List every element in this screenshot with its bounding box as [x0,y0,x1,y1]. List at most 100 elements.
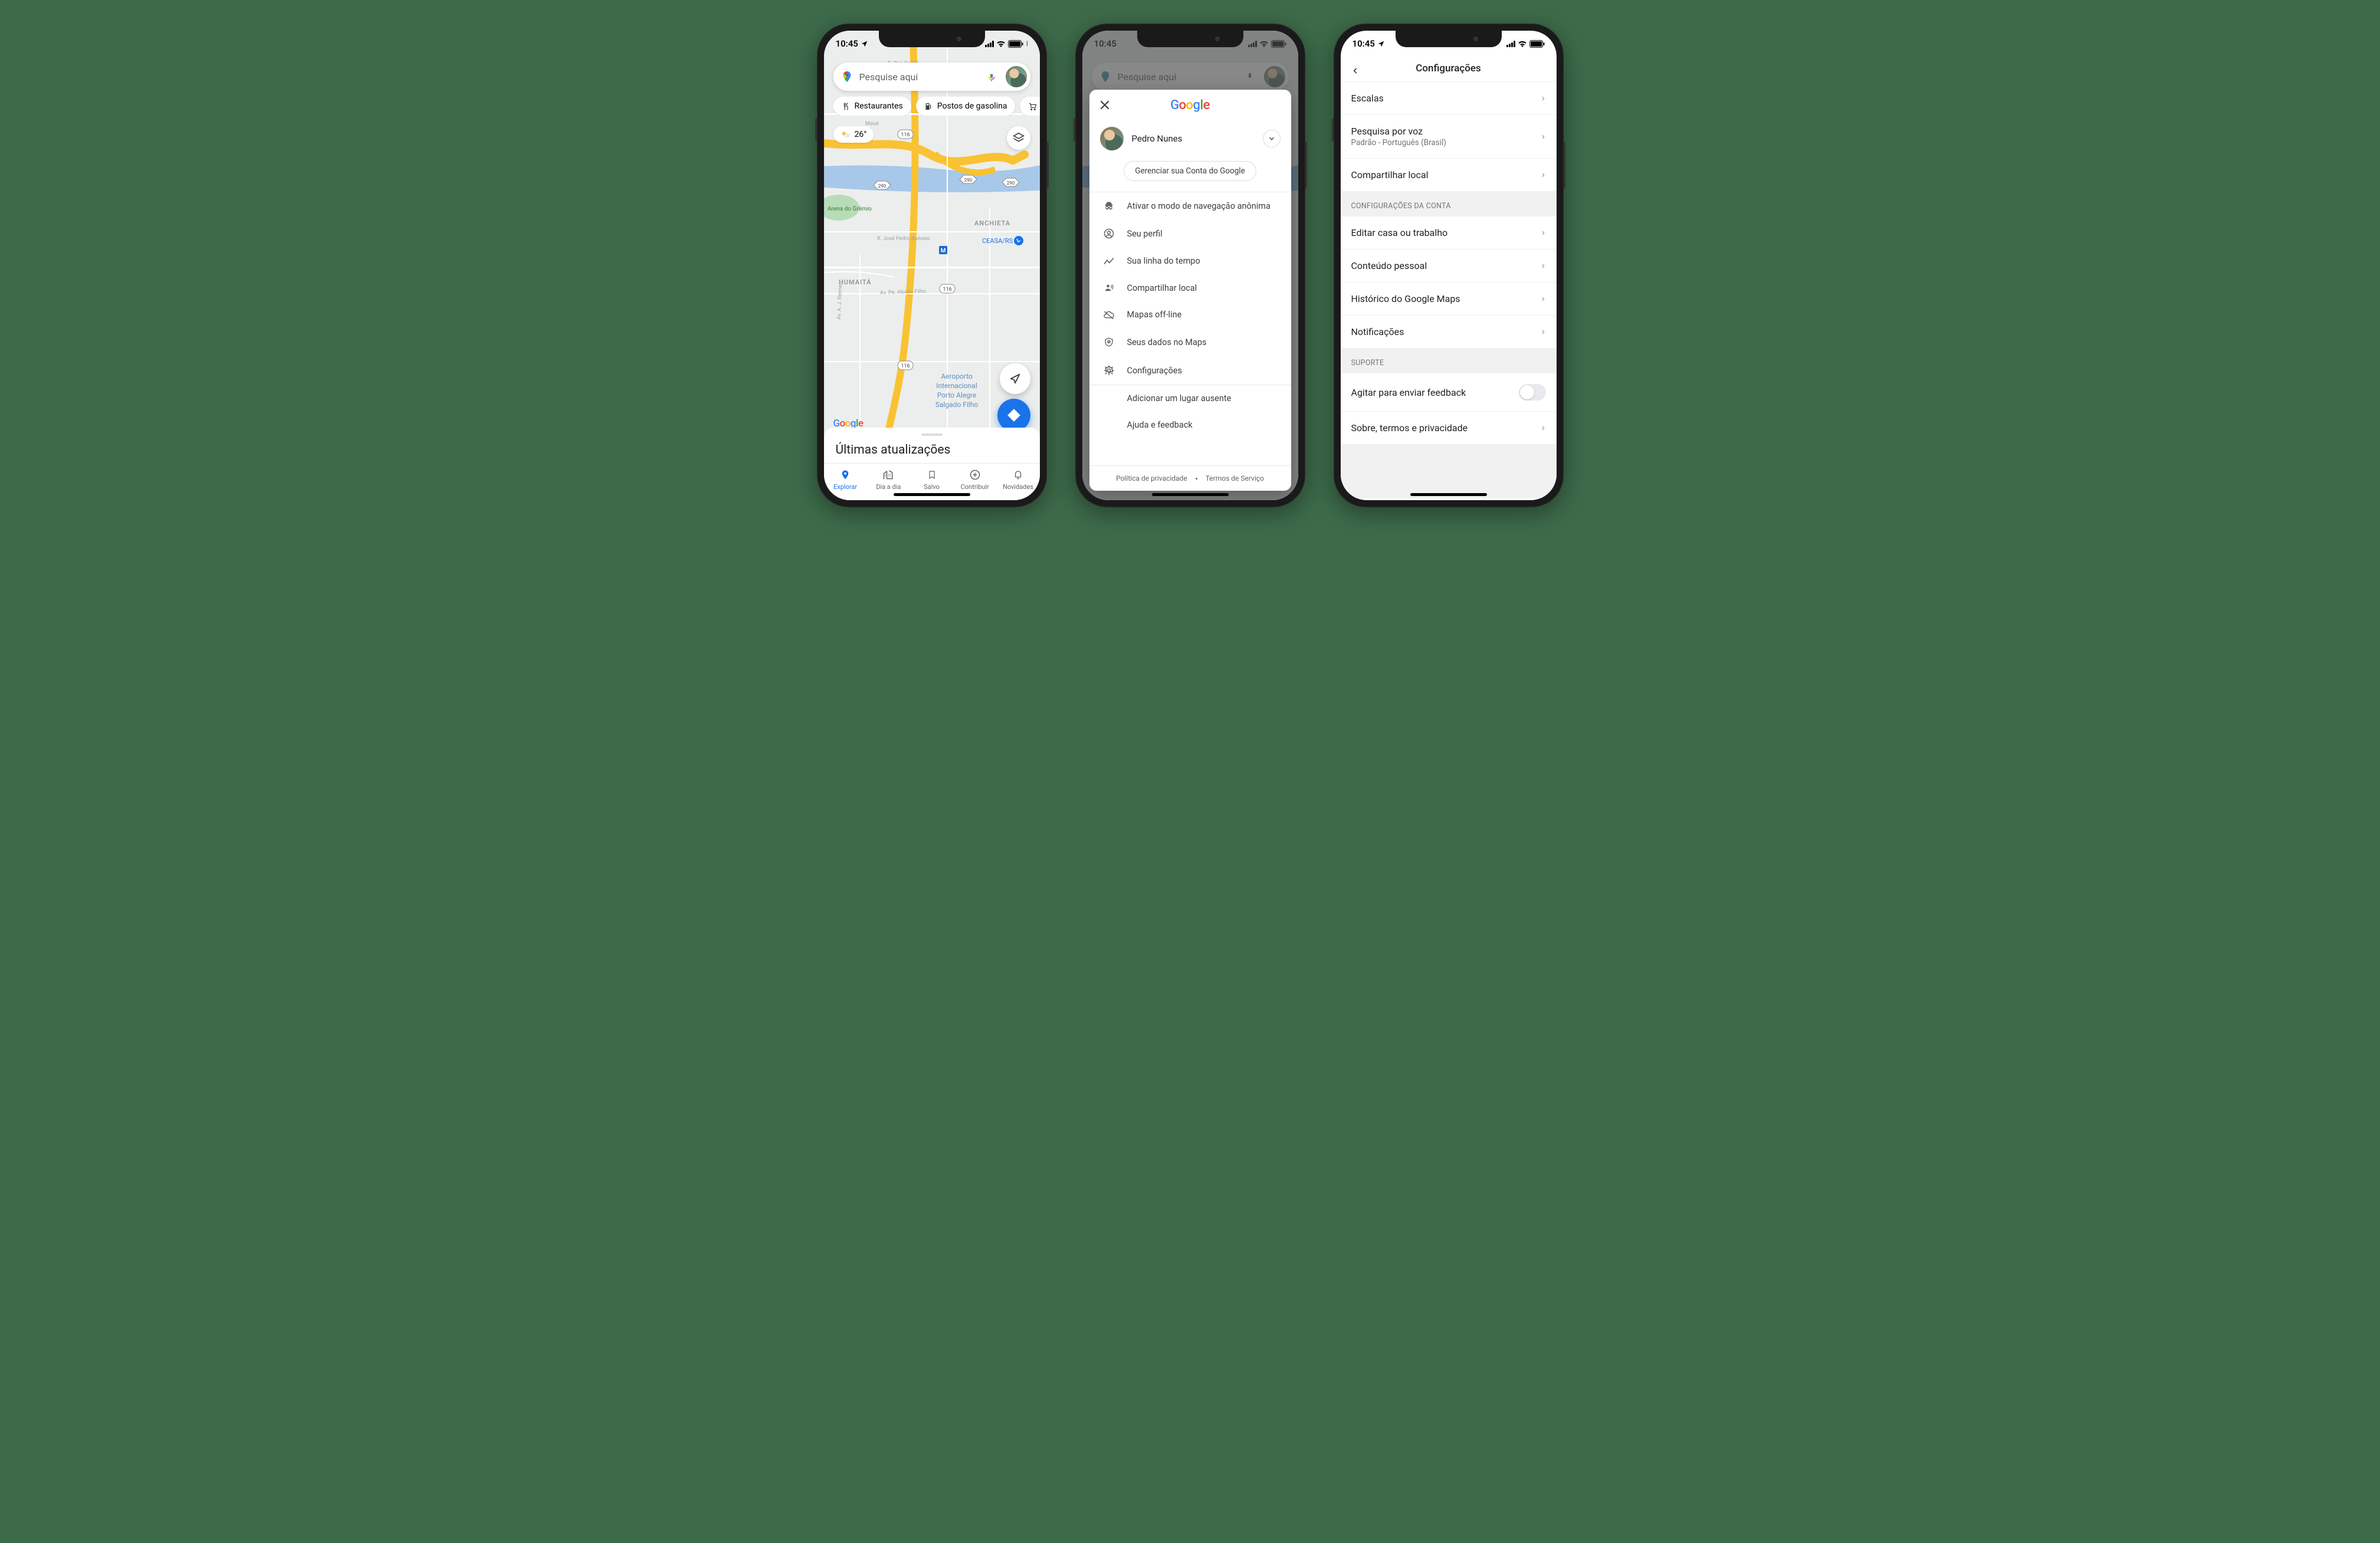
sheet-title: Últimas atualizações [824,443,1040,463]
search-bar[interactable]: Pesquise aqui [833,63,1030,91]
chevron-right-icon [1540,294,1546,304]
menu-profile[interactable]: Seu perfil [1089,219,1291,248]
row-shake-feedback[interactable]: Agitar para enviar feedback [1341,373,1557,412]
svg-text:290: 290 [964,178,972,183]
menu-your-data[interactable]: Seus dados no Maps [1089,328,1291,356]
screen-settings: 10:45 Configurações Escalas Pesquisa por… [1341,31,1557,500]
gas-pump-icon [924,102,933,111]
bookmark-icon [927,469,937,481]
location-arrow-icon [1377,40,1385,48]
home-indicator[interactable] [1152,493,1229,496]
menu-timeline[interactable]: Sua linha do tempo [1089,248,1291,274]
battery-icon [1529,40,1545,48]
shake-feedback-toggle[interactable] [1519,384,1546,400]
sheet-header: Google [1089,90,1291,121]
tab-explore[interactable]: Explorar [824,464,867,500]
svg-text:116: 116 [943,287,951,293]
row-share-location[interactable]: Compartilhar local [1341,159,1557,191]
weather-chip[interactable]: 26° [833,126,874,143]
wifi-icon [996,40,1006,47]
menu-list: Ativar o modo de navegação anônima Seu p… [1089,192,1291,465]
tab-updates[interactable]: Novidades [996,464,1039,500]
phone-frame-1: R. Boa Saúde R. Iraí Mauá Arena do Grêmi… [817,24,1047,507]
locate-button[interactable] [1000,363,1030,394]
svg-text:Internacional: Internacional [936,382,977,390]
shield-check-icon [1104,336,1114,348]
row-maps-history[interactable]: Histórico do Google Maps [1341,283,1557,316]
link-privacy[interactable]: Política de privacidade [1116,474,1187,482]
close-icon[interactable] [1098,98,1112,112]
svg-text:CEASA/RS: CEASA/RS [982,237,1013,245]
home-indicator[interactable] [894,493,970,496]
menu-add-missing[interactable]: Adicionar um lugar ausente [1089,385,1291,412]
bottom-sheet[interactable]: Últimas atualizações Explorar Dia a dia … [824,428,1040,500]
row-personal-content[interactable]: Conteúdo pessoal [1341,249,1557,283]
fork-knife-icon [842,102,851,111]
profile-row[interactable]: Pedro Nunes [1089,121,1291,156]
manage-account-button[interactable]: Gerenciar sua Conta do Google [1124,161,1256,181]
menu-settings[interactable]: Configurações [1089,356,1291,385]
gear-icon [1103,365,1115,376]
menu-share-location[interactable]: Compartilhar local [1089,274,1291,301]
buildings-icon [882,469,895,481]
svg-text:116: 116 [901,363,910,369]
location-arrow-icon [1009,372,1022,385]
battery-icon [1008,40,1023,48]
layers-button[interactable] [1007,126,1030,150]
plus-circle-icon [969,469,981,481]
cloud-off-icon [1103,310,1115,320]
menu-incognito[interactable]: Ativar o modo de navegação anônima [1089,192,1291,219]
person-waves-icon [1103,283,1115,293]
location-arrow-icon [861,40,868,48]
search-placeholder: Pesquise aqui [859,71,977,83]
row-about[interactable]: Sobre, termos e privacidade [1341,412,1557,444]
grab-handle[interactable] [921,434,943,436]
svg-text:Aeroporto: Aeroporto [941,372,973,380]
svg-text:Arena do Grêmio: Arena do Grêmio [828,206,872,212]
chevron-right-icon [1540,94,1546,103]
svg-text:290: 290 [878,183,886,189]
row-voice-search[interactable]: Pesquisa por vozPadrão - Português (Bras… [1341,115,1557,159]
svg-text:Salgado Filho: Salgado Filho [935,400,978,409]
phone-frame-2: 10:45 Pesquise aqui Google Pedro Nunes [1075,24,1305,507]
settings-section-support: Agitar para enviar feedback Sobre, termo… [1341,373,1557,444]
link-tos[interactable]: Termos de Serviço [1206,474,1264,482]
weather-icon [841,130,851,139]
avatar[interactable] [1006,66,1027,87]
section-header-account: CONFIGURAÇÕES DA CONTA [1341,191,1557,216]
row-edit-home-work[interactable]: Editar casa ou trabalho [1341,216,1557,249]
svg-text:116: 116 [901,132,910,138]
home-indicator[interactable] [1410,493,1487,496]
chip-row[interactable]: Restaurantes Postos de gasolina Su [833,97,1040,116]
menu-offline[interactable]: Mapas off-line [1089,301,1291,328]
timeline-icon [1103,257,1115,265]
signal-icon [985,41,994,47]
svg-text:HUMAITÁ: HUMAITÁ [839,278,871,286]
directions-button[interactable] [997,399,1030,432]
chip-supermarket[interactable]: Su [1020,97,1039,116]
row-scales[interactable]: Escalas [1341,82,1557,115]
svg-text:ANCHIETA: ANCHIETA [974,219,1010,227]
chevron-right-icon [1540,327,1546,337]
cart-icon [1028,102,1037,111]
settings-body[interactable]: Escalas Pesquisa por vozPadrão - Portugu… [1341,82,1557,498]
chip-restaurants[interactable]: Restaurantes [833,97,911,116]
back-chevron-icon[interactable] [1351,65,1360,77]
section-header-support: SUPORTE [1341,348,1557,373]
expand-accounts-button[interactable] [1263,130,1281,147]
bell-icon [1013,469,1023,481]
chip-gas[interactable]: Postos de gasolina [916,97,1016,116]
google-maps-pin-icon [841,70,853,83]
signal-icon [1248,41,1257,47]
directions-icon [1006,408,1022,423]
chevron-right-icon [1540,261,1546,271]
row-notifications[interactable]: Notificações [1341,316,1557,348]
svg-text:M: M [940,248,946,254]
chevron-right-icon [1540,132,1546,142]
microphone-icon[interactable] [983,70,1000,83]
svg-text:Porto Alegre: Porto Alegre [937,391,976,399]
signal-icon [1506,41,1515,47]
footer-links: Política de privacidade Termos de Serviç… [1089,465,1291,491]
menu-help[interactable]: Ajuda e feedback [1089,412,1291,438]
status-time: 10:45 [836,38,858,49]
